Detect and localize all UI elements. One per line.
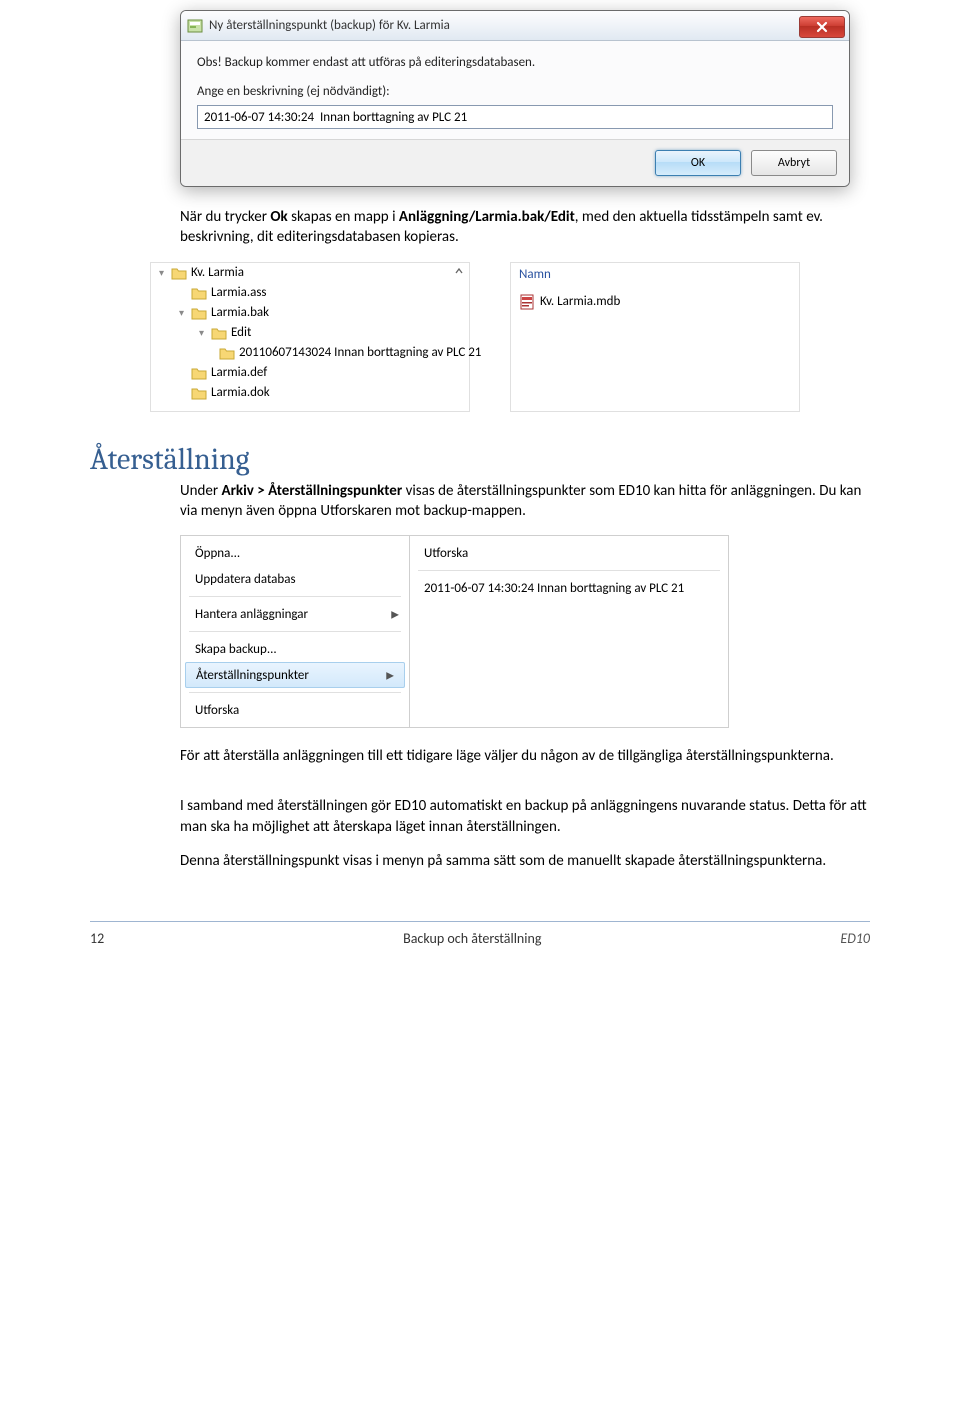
chevron-right-icon: ▶: [386, 669, 394, 682]
tree-item[interactable]: ▾Kv. Larmia: [151, 263, 469, 283]
folder-icon: [211, 326, 227, 340]
menu-item-manage[interactable]: Hantera anläggningar▶: [181, 601, 409, 627]
menu-item-explore[interactable]: Utforska: [181, 697, 409, 723]
dialog-button-row: OK Avbryt: [181, 139, 849, 186]
paragraph-5: Denna återställningspunkt visas i menyn …: [180, 851, 870, 871]
arkiv-menu: Öppna... Uppdatera databas Hantera anläg…: [180, 535, 410, 728]
close-button[interactable]: [799, 16, 845, 38]
paragraph-2: Under Arkiv > Återställningspunkter visa…: [180, 481, 870, 522]
menu-item-update-db[interactable]: Uppdatera databas: [181, 566, 409, 592]
folder-tree: ▾Kv. Larmia Larmia.ass ▾Larmia.bak ▾Edit…: [150, 262, 470, 412]
tree-item[interactable]: ▾Larmia.bak: [151, 303, 469, 323]
paragraph-4: I samband med återställningen gör ED10 a…: [180, 796, 870, 837]
dialog-notice: Obs! Backup kommer endast att utföras på…: [197, 55, 833, 70]
folder-icon: [191, 286, 207, 300]
dialog-body: Obs! Backup kommer endast att utföras på…: [181, 41, 849, 139]
footer-doc-id: ED10: [840, 930, 870, 947]
dialog-titlebar: Ny återställningspunkt (backup) för Kv. …: [181, 11, 849, 41]
column-header-name[interactable]: Namn: [519, 267, 791, 282]
scroll-up-icon[interactable]: [453, 265, 465, 277]
file-name: Kv. Larmia.mdb: [540, 294, 620, 309]
dialog-prompt: Ange en beskrivning (ej nödvändigt):: [197, 84, 833, 99]
menu-separator: [189, 631, 401, 632]
menu-separator: [418, 570, 720, 571]
tree-item[interactable]: ▾Edit: [151, 323, 469, 343]
cancel-button[interactable]: Avbryt: [751, 150, 837, 176]
menu-item-create-backup[interactable]: Skapa backup...: [181, 636, 409, 662]
app-icon: [187, 18, 203, 34]
paragraph-1: När du trycker Ok skapas en mapp i Anläg…: [180, 207, 870, 248]
heading-aterstallning: Återställning: [90, 442, 960, 477]
backup-dialog: Ny återställningspunkt (backup) för Kv. …: [180, 10, 850, 187]
description-input[interactable]: [197, 105, 833, 129]
menu-item-restore-points[interactable]: Återställningspunkter▶: [185, 662, 405, 688]
tree-item[interactable]: Larmia.dok: [151, 383, 469, 403]
footer-title: Backup och återställning: [104, 930, 840, 947]
chevron-right-icon: ▶: [391, 608, 399, 621]
page-number: 12: [90, 930, 104, 947]
paragraph-3: För att återställa anläggningen till ett…: [180, 746, 870, 766]
file-list: Namn Kv. Larmia.mdb: [510, 262, 800, 412]
tree-item[interactable]: Larmia.ass: [151, 283, 469, 303]
page-footer: 12 Backup och återställning ED10: [90, 921, 870, 947]
ok-button[interactable]: OK: [655, 150, 741, 176]
submenu-item-restore-entry[interactable]: 2011-06-07 14:30:24 Innan borttagning av…: [410, 575, 728, 601]
folder-icon: [171, 266, 187, 280]
folder-icon: [191, 366, 207, 380]
menu-separator: [189, 596, 401, 597]
mdb-file-icon: [519, 294, 535, 310]
dialog-title: Ny återställningspunkt (backup) för Kv. …: [209, 18, 799, 33]
menu-separator: [189, 692, 401, 693]
folder-icon: [219, 346, 235, 360]
folder-icon: [191, 386, 207, 400]
folder-icon: [191, 306, 207, 320]
tree-item[interactable]: 20110607143024 Innan borttagning av PLC …: [151, 343, 469, 363]
file-item[interactable]: Kv. Larmia.mdb: [519, 292, 791, 312]
tree-item[interactable]: Larmia.def: [151, 363, 469, 383]
restore-points-submenu: Utforska 2011-06-07 14:30:24 Innan bortt…: [409, 535, 729, 728]
submenu-item-explore[interactable]: Utforska: [410, 540, 728, 566]
menu-item-open[interactable]: Öppna...: [181, 540, 409, 566]
